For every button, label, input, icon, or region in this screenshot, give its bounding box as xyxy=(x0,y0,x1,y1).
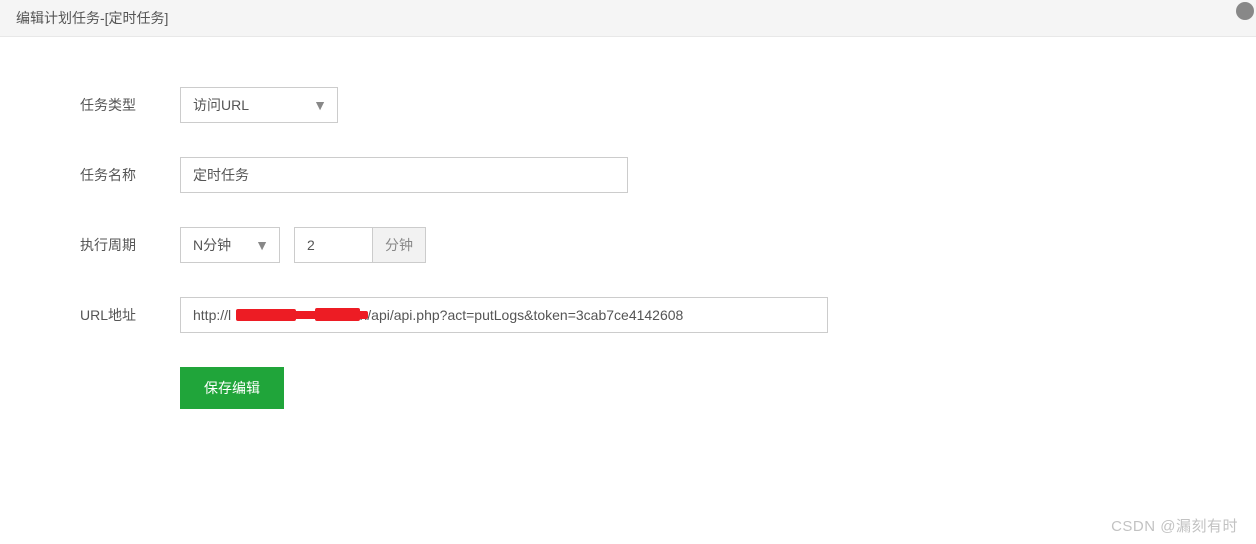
url-input-wrapper xyxy=(180,297,828,333)
url-row: URL地址 xyxy=(80,297,1256,333)
url-label: URL地址 xyxy=(80,305,180,325)
period-value-group: 分钟 xyxy=(294,227,426,263)
period-value-input[interactable] xyxy=(294,227,372,263)
period-label: 执行周期 xyxy=(80,235,180,255)
period-unit-value: N分钟 xyxy=(193,235,231,255)
chevron-down-icon: ▼ xyxy=(313,97,327,113)
save-button[interactable]: 保存编辑 xyxy=(180,367,284,409)
form-container: 任务类型 访问URL ▼ 任务名称 执行周期 N分钟 ▼ 分钟 URL地址 保存… xyxy=(0,37,1256,409)
close-icon[interactable] xyxy=(1236,2,1254,20)
actions-row: 保存编辑 xyxy=(80,367,1256,409)
period-row: 执行周期 N分钟 ▼ 分钟 xyxy=(80,227,1256,263)
task-name-row: 任务名称 xyxy=(80,157,1256,193)
watermark: CSDN @漏刻有时 xyxy=(1111,515,1238,536)
task-type-value: 访问URL xyxy=(193,95,249,115)
period-unit-select[interactable]: N分钟 ▼ xyxy=(180,227,280,263)
dialog-title: 编辑计划任务-[定时任务] xyxy=(16,10,168,26)
task-type-select[interactable]: 访问URL ▼ xyxy=(180,87,338,123)
period-unit-suffix: 分钟 xyxy=(372,227,426,263)
task-type-row: 任务类型 访问URL ▼ xyxy=(80,87,1256,123)
task-name-input[interactable] xyxy=(180,157,628,193)
dialog-header: 编辑计划任务-[定时任务] xyxy=(0,0,1256,37)
task-name-label: 任务名称 xyxy=(80,165,180,185)
task-type-label: 任务类型 xyxy=(80,95,180,115)
url-input[interactable] xyxy=(180,297,828,333)
chevron-down-icon: ▼ xyxy=(255,237,269,253)
